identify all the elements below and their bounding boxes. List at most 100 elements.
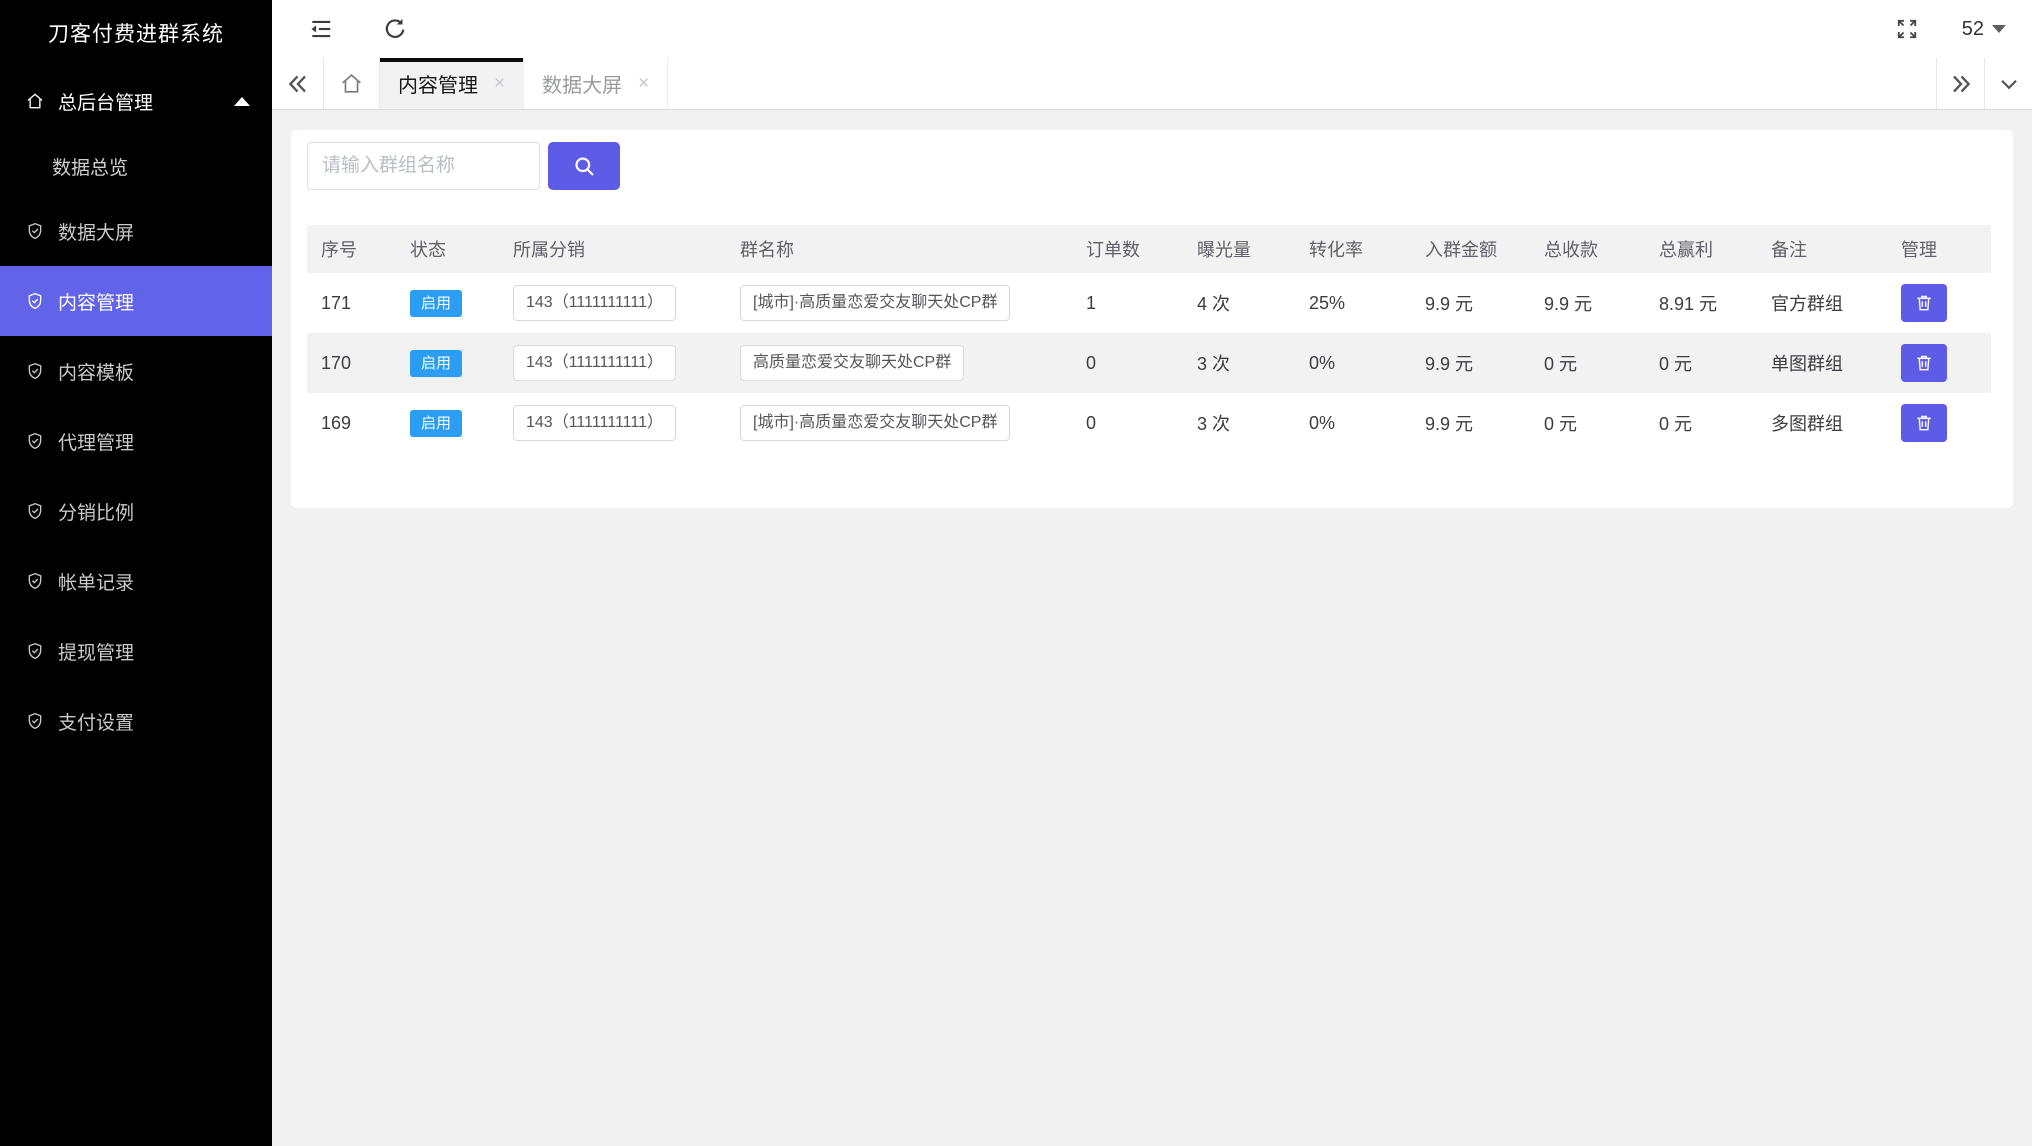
status-badge: 启用 bbox=[410, 290, 462, 317]
close-icon[interactable]: × bbox=[638, 74, 649, 93]
search-row bbox=[307, 142, 1997, 190]
fullscreen-icon[interactable] bbox=[1894, 16, 1920, 42]
sidebar-item-main-admin[interactable]: 总后台管理 bbox=[0, 66, 272, 136]
cell-exposure: 3 次 bbox=[1183, 393, 1295, 453]
cell-join-amount: 9.9 元 bbox=[1411, 393, 1530, 453]
refresh-icon[interactable] bbox=[382, 16, 408, 42]
cell-conversion: 0% bbox=[1295, 393, 1411, 453]
cell-orders: 1 bbox=[1072, 273, 1183, 333]
groups-table: 序号 状态 所属分销 群名称 订单数 曝光量 转化率 入群金额 总收款 总赢利 … bbox=[307, 225, 1991, 453]
cell-distributor: 143（1111111111） bbox=[499, 333, 726, 393]
sidebar-item-content-manage[interactable]: 内容管理 bbox=[0, 266, 272, 336]
cell-distributor: 143（1111111111） bbox=[499, 393, 726, 453]
table-body: 171 启用 143（1111111111） [城市]·高质量恋爱交友聊天处CP… bbox=[307, 273, 1991, 453]
shield-check-icon bbox=[25, 291, 45, 311]
sidebar-item-label: 总后台管理 bbox=[58, 88, 153, 115]
col-header-conversion: 转化率 bbox=[1295, 225, 1411, 273]
tab-scroll-left-button[interactable] bbox=[272, 58, 324, 109]
group-name-search-input[interactable] bbox=[307, 142, 540, 190]
table-header: 序号 状态 所属分销 群名称 订单数 曝光量 转化率 入群金额 总收款 总赢利 … bbox=[307, 225, 1991, 273]
sidebar-item-label: 帐单记录 bbox=[58, 568, 134, 595]
col-header-join-amount: 入群金额 bbox=[1411, 225, 1530, 273]
col-header-total-profit: 总赢利 bbox=[1645, 225, 1757, 273]
cell-total-received: 0 元 bbox=[1530, 333, 1645, 393]
trash-icon bbox=[1914, 413, 1934, 433]
home-icon bbox=[339, 71, 364, 96]
cell-id: 169 bbox=[307, 393, 396, 453]
tab-label: 内容管理 bbox=[398, 69, 478, 98]
delete-button[interactable] bbox=[1901, 344, 1947, 382]
sidebar-item-withdraw-manage[interactable]: 提现管理 bbox=[0, 616, 272, 686]
shield-check-icon bbox=[25, 501, 45, 521]
caret-up-icon bbox=[234, 97, 250, 106]
cell-group-name: 高质量恋爱交友聊天处CP群 bbox=[726, 333, 1072, 393]
table-row: 171 启用 143（1111111111） [城市]·高质量恋爱交友聊天处CP… bbox=[307, 273, 1991, 333]
search-icon bbox=[571, 153, 598, 180]
col-header-total-received: 总收款 bbox=[1530, 225, 1645, 273]
cell-orders: 0 bbox=[1072, 393, 1183, 453]
cell-status: 启用 bbox=[396, 333, 499, 393]
tab-bar: 内容管理 × 数据大屏 × bbox=[272, 58, 2032, 110]
distributor-box: 143（1111111111） bbox=[513, 405, 676, 440]
distributor-box: 143（1111111111） bbox=[513, 345, 676, 380]
shield-check-icon bbox=[25, 361, 45, 381]
sidebar-subitem-data-overview[interactable]: 数据总览 bbox=[0, 136, 272, 196]
close-icon[interactable]: × bbox=[494, 74, 505, 93]
cell-conversion: 25% bbox=[1295, 273, 1411, 333]
cell-status: 启用 bbox=[396, 393, 499, 453]
tab-label: 数据大屏 bbox=[542, 69, 622, 98]
col-header-status: 状态 bbox=[396, 225, 499, 273]
col-header-remark: 备注 bbox=[1757, 225, 1887, 273]
col-header-manage: 管理 bbox=[1887, 225, 1991, 273]
topbar: 52 bbox=[272, 0, 2032, 58]
sidebar-item-agent-manage[interactable]: 代理管理 bbox=[0, 406, 272, 476]
user-dropdown[interactable]: 52 bbox=[1962, 18, 2006, 41]
cell-manage bbox=[1887, 273, 1991, 333]
delete-button[interactable] bbox=[1901, 404, 1947, 442]
tab-scroll-right-button[interactable] bbox=[1936, 58, 1984, 109]
sidebar-item-label: 数据大屏 bbox=[58, 218, 134, 245]
table-row: 169 启用 143（1111111111） [城市]·高质量恋爱交友聊天处CP… bbox=[307, 393, 1991, 453]
cell-group-name: [城市]·高质量恋爱交友聊天处CP群 bbox=[726, 393, 1072, 453]
cell-remark: 单图群组 bbox=[1757, 333, 1887, 393]
sidebar-item-content-template[interactable]: 内容模板 bbox=[0, 336, 272, 406]
tab-data-screen[interactable]: 数据大屏 × bbox=[524, 58, 668, 109]
cell-group-name: [城市]·高质量恋爱交友聊天处CP群 bbox=[726, 273, 1072, 333]
cell-conversion: 0% bbox=[1295, 333, 1411, 393]
cell-id: 170 bbox=[307, 333, 396, 393]
cell-remark: 官方群组 bbox=[1757, 273, 1887, 333]
col-header-group-name: 群名称 bbox=[726, 225, 1072, 273]
sidebar-item-label: 分销比例 bbox=[58, 498, 134, 525]
shield-check-icon bbox=[25, 431, 45, 451]
cell-total-profit: 0 元 bbox=[1645, 333, 1757, 393]
col-header-id: 序号 bbox=[307, 225, 396, 273]
sidebar-item-payment-settings[interactable]: 支付设置 bbox=[0, 686, 272, 756]
content-card: 序号 状态 所属分销 群名称 订单数 曝光量 转化率 入群金额 总收款 总赢利 … bbox=[291, 130, 2013, 508]
cell-total-profit: 0 元 bbox=[1645, 393, 1757, 453]
sidebar-item-distribution-ratio[interactable]: 分销比例 bbox=[0, 476, 272, 546]
tab-content-manage[interactable]: 内容管理 × bbox=[380, 58, 524, 109]
tab-actions-dropdown[interactable] bbox=[1984, 58, 2032, 109]
col-header-orders: 订单数 bbox=[1072, 225, 1183, 273]
cell-join-amount: 9.9 元 bbox=[1411, 333, 1530, 393]
app-title: 刀客付费进群系统 bbox=[0, 0, 272, 66]
status-badge: 启用 bbox=[410, 350, 462, 377]
col-header-exposure: 曝光量 bbox=[1183, 225, 1295, 273]
tab-home-button[interactable] bbox=[324, 58, 380, 109]
sidebar-item-label: 支付设置 bbox=[58, 708, 134, 735]
collapse-menu-icon[interactable] bbox=[308, 16, 334, 42]
sidebar-item-label: 代理管理 bbox=[58, 428, 134, 455]
sidebar-item-bill-records[interactable]: 帐单记录 bbox=[0, 546, 272, 616]
cell-id: 171 bbox=[307, 273, 396, 333]
sidebar-item-data-screen[interactable]: 数据大屏 bbox=[0, 196, 272, 266]
shield-check-icon bbox=[25, 711, 45, 731]
table-row: 170 启用 143（1111111111） 高质量恋爱交友聊天处CP群 0 3… bbox=[307, 333, 1991, 393]
chevron-down-icon bbox=[1996, 71, 2022, 97]
main-content: 序号 状态 所属分销 群名称 订单数 曝光量 转化率 入群金额 总收款 总赢利 … bbox=[272, 110, 2032, 1146]
search-button[interactable] bbox=[548, 142, 620, 190]
shield-check-icon bbox=[25, 641, 45, 661]
sidebar-item-label: 内容模板 bbox=[58, 358, 134, 385]
cell-total-received: 9.9 元 bbox=[1530, 273, 1645, 333]
cell-orders: 0 bbox=[1072, 333, 1183, 393]
delete-button[interactable] bbox=[1901, 284, 1947, 322]
